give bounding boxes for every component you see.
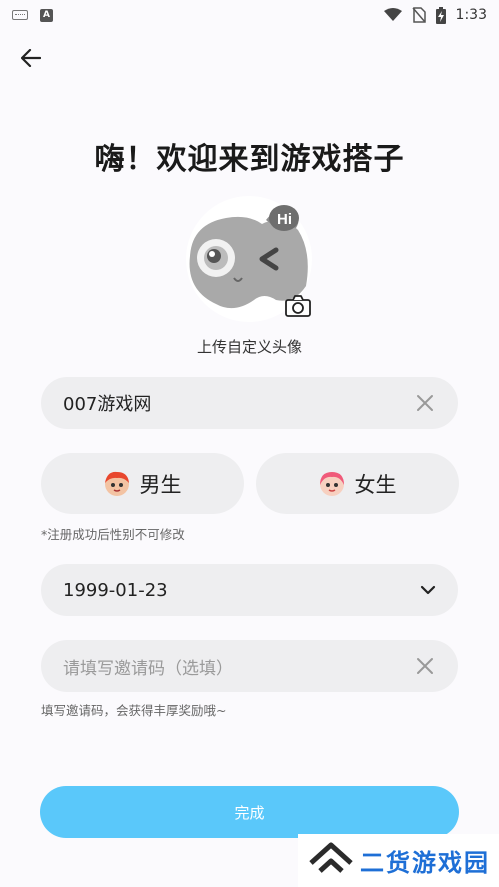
chevron-down-icon[interactable] [420, 585, 436, 595]
status-time: 1:33 [455, 7, 487, 23]
upload-avatar-label[interactable]: 上传自定义头像 [0, 336, 499, 357]
birthday-value[interactable]: 1999-01-23 [63, 580, 420, 601]
boy-avatar-icon [104, 471, 129, 496]
back-button[interactable] [14, 42, 48, 74]
invite-code-placeholder[interactable]: 请填写邀请码（选填） [63, 654, 414, 679]
gender-male-label: 男生 [139, 472, 182, 497]
invite-code-field[interactable]: 请填写邀请码（选填） [41, 640, 458, 692]
nickname-field[interactable]: 007游戏网 [41, 377, 458, 429]
no-sim-icon [411, 7, 426, 23]
invite-note: 填写邀请码，会获得丰厚奖励哦~ [41, 703, 227, 718]
arrow-left-icon [21, 49, 41, 67]
hi-bubble-text: Hi [277, 211, 292, 228]
nickname-value[interactable]: 007游戏网 [63, 390, 414, 416]
status-bar: A 1:33 [0, 0, 499, 30]
camera-icon[interactable] [285, 295, 311, 317]
wifi-icon [383, 8, 402, 21]
watermark-text: 二货游戏园 [360, 849, 490, 877]
gender-female-button[interactable]: 女生 [256, 453, 459, 514]
status-right: 1:33 [383, 6, 487, 24]
birthday-select[interactable]: 1999-01-23 [41, 564, 458, 616]
watermark-logo-icon [309, 842, 353, 873]
gender-female-label: 女生 [354, 472, 397, 497]
a-notification-icon: A [40, 8, 53, 22]
gender-male-button[interactable]: 男生 [41, 453, 244, 514]
clear-icon[interactable] [414, 655, 436, 677]
keyboard-icon [12, 10, 28, 20]
submit-button[interactable]: 完成 [40, 786, 459, 838]
girl-avatar-icon [319, 471, 344, 496]
page-title: 嗨！欢迎来到游戏搭子 [94, 142, 405, 177]
battery-charging-icon [435, 6, 446, 24]
watermark: 二货游戏园 [298, 834, 499, 887]
status-left: A [12, 8, 53, 22]
clear-icon[interactable] [414, 392, 436, 414]
gender-note: *注册成功后性别不可修改 [41, 527, 185, 542]
